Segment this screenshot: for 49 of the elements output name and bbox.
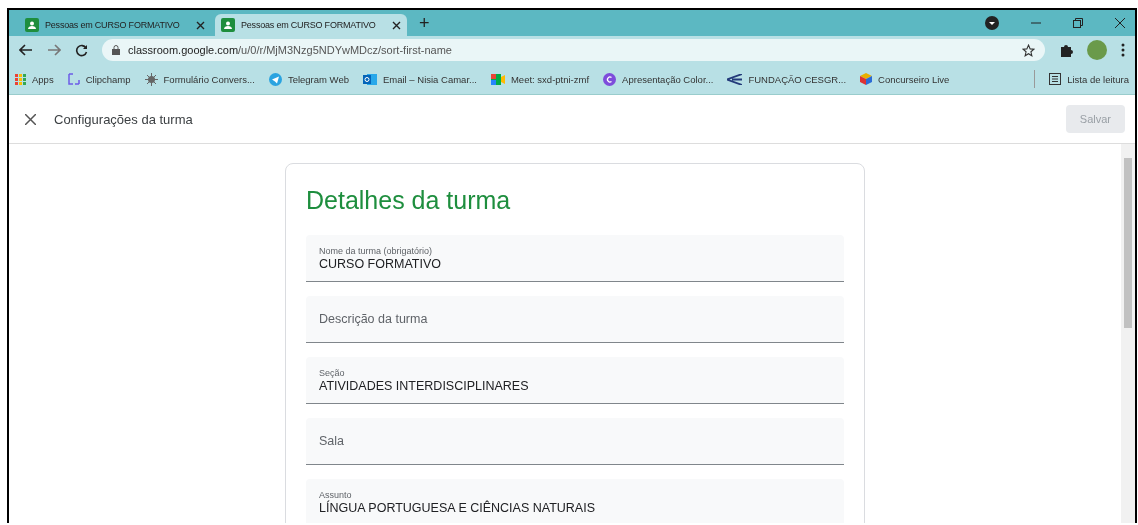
bookmark[interactable]: Apps (15, 73, 54, 85)
paper-plane-icon (268, 72, 282, 86)
video-camera-icon (490, 73, 505, 85)
dropdown-icon[interactable] (985, 16, 999, 30)
puzzle-icon[interactable] (1059, 43, 1073, 57)
arrow-logo-icon (727, 73, 743, 85)
input-field[interactable]: Seção ATIVIDADES INTERDISCIPLINARES (306, 357, 844, 404)
more-menu-icon[interactable] (1121, 43, 1125, 57)
input-field[interactable]: Sala (306, 418, 844, 465)
bookmark[interactable]: Formulário Convers... (144, 72, 255, 86)
browser-tab[interactable]: Pessoas em CURSO FORMATIVO (19, 14, 211, 36)
bookmark[interactable]: Apresentação Color... (603, 72, 714, 86)
bug-icon (144, 72, 158, 86)
close-icon[interactable] (25, 113, 36, 125)
mail-icon (362, 72, 377, 86)
browser-tab[interactable]: Pessoas em CURSO FORMATIVO (215, 14, 407, 36)
classroom-icon (25, 18, 39, 32)
restore-icon[interactable] (1073, 18, 1083, 28)
input-field[interactable]: Assunto LÍNGUA PORTUGUESA E CIÊNCIAS NATURAIS (306, 479, 844, 523)
grid-icon (15, 73, 26, 85)
lock-icon (112, 45, 120, 55)
bookmark[interactable]: Clipchamp (67, 73, 131, 85)
reading-list-button[interactable]: Lista de leitura (1049, 73, 1129, 85)
card-title: Detalhes da turma (306, 186, 512, 215)
bookmark[interactable]: FUNDAÇÃO CESGR... (727, 73, 847, 85)
bookmark[interactable]: Concurseiro Live (860, 73, 950, 85)
tab-title: Pessoas em CURSO FORMATIVO (45, 20, 181, 30)
input-field[interactable]: Nome da turma (obrigatório) CURSO FORMATIVO (306, 235, 844, 282)
forward-arrow-icon[interactable] (47, 44, 61, 56)
scrollbar[interactable] (1121, 144, 1135, 523)
close-icon[interactable] (196, 20, 205, 30)
reload-icon[interactable] (75, 43, 88, 57)
classroom-icon (221, 18, 235, 32)
bookmark[interactable]: Email – Nisia Camar... (362, 72, 477, 86)
close-icon[interactable] (392, 20, 401, 30)
bookmark[interactable]: Meet: sxd-ptni-zmf (490, 73, 590, 85)
list-icon (1049, 73, 1062, 85)
star-icon[interactable] (1022, 43, 1035, 57)
bookmark[interactable]: Telegram Web (268, 72, 349, 86)
input-field[interactable]: Descrição da turma (306, 296, 844, 343)
close-icon[interactable] (1115, 18, 1125, 28)
url-text: classroom.google.com/u/0/r/MjM3Nzg5NDYwMDcz/sort-first-name (128, 44, 452, 56)
back-arrow-icon[interactable] (19, 44, 33, 56)
page-title: Configurações da turma (54, 111, 193, 127)
tab-title: Pessoas em CURSO FORMATIVO (241, 20, 377, 30)
circle-c-icon (603, 72, 617, 86)
new-tab-button[interactable]: + (411, 12, 438, 34)
cube-icon (860, 73, 873, 85)
address-bar[interactable]: classroom.google.com/u/0/r/MjM3Nzg5NDYwMDcz/sort-first-name (102, 39, 1045, 61)
